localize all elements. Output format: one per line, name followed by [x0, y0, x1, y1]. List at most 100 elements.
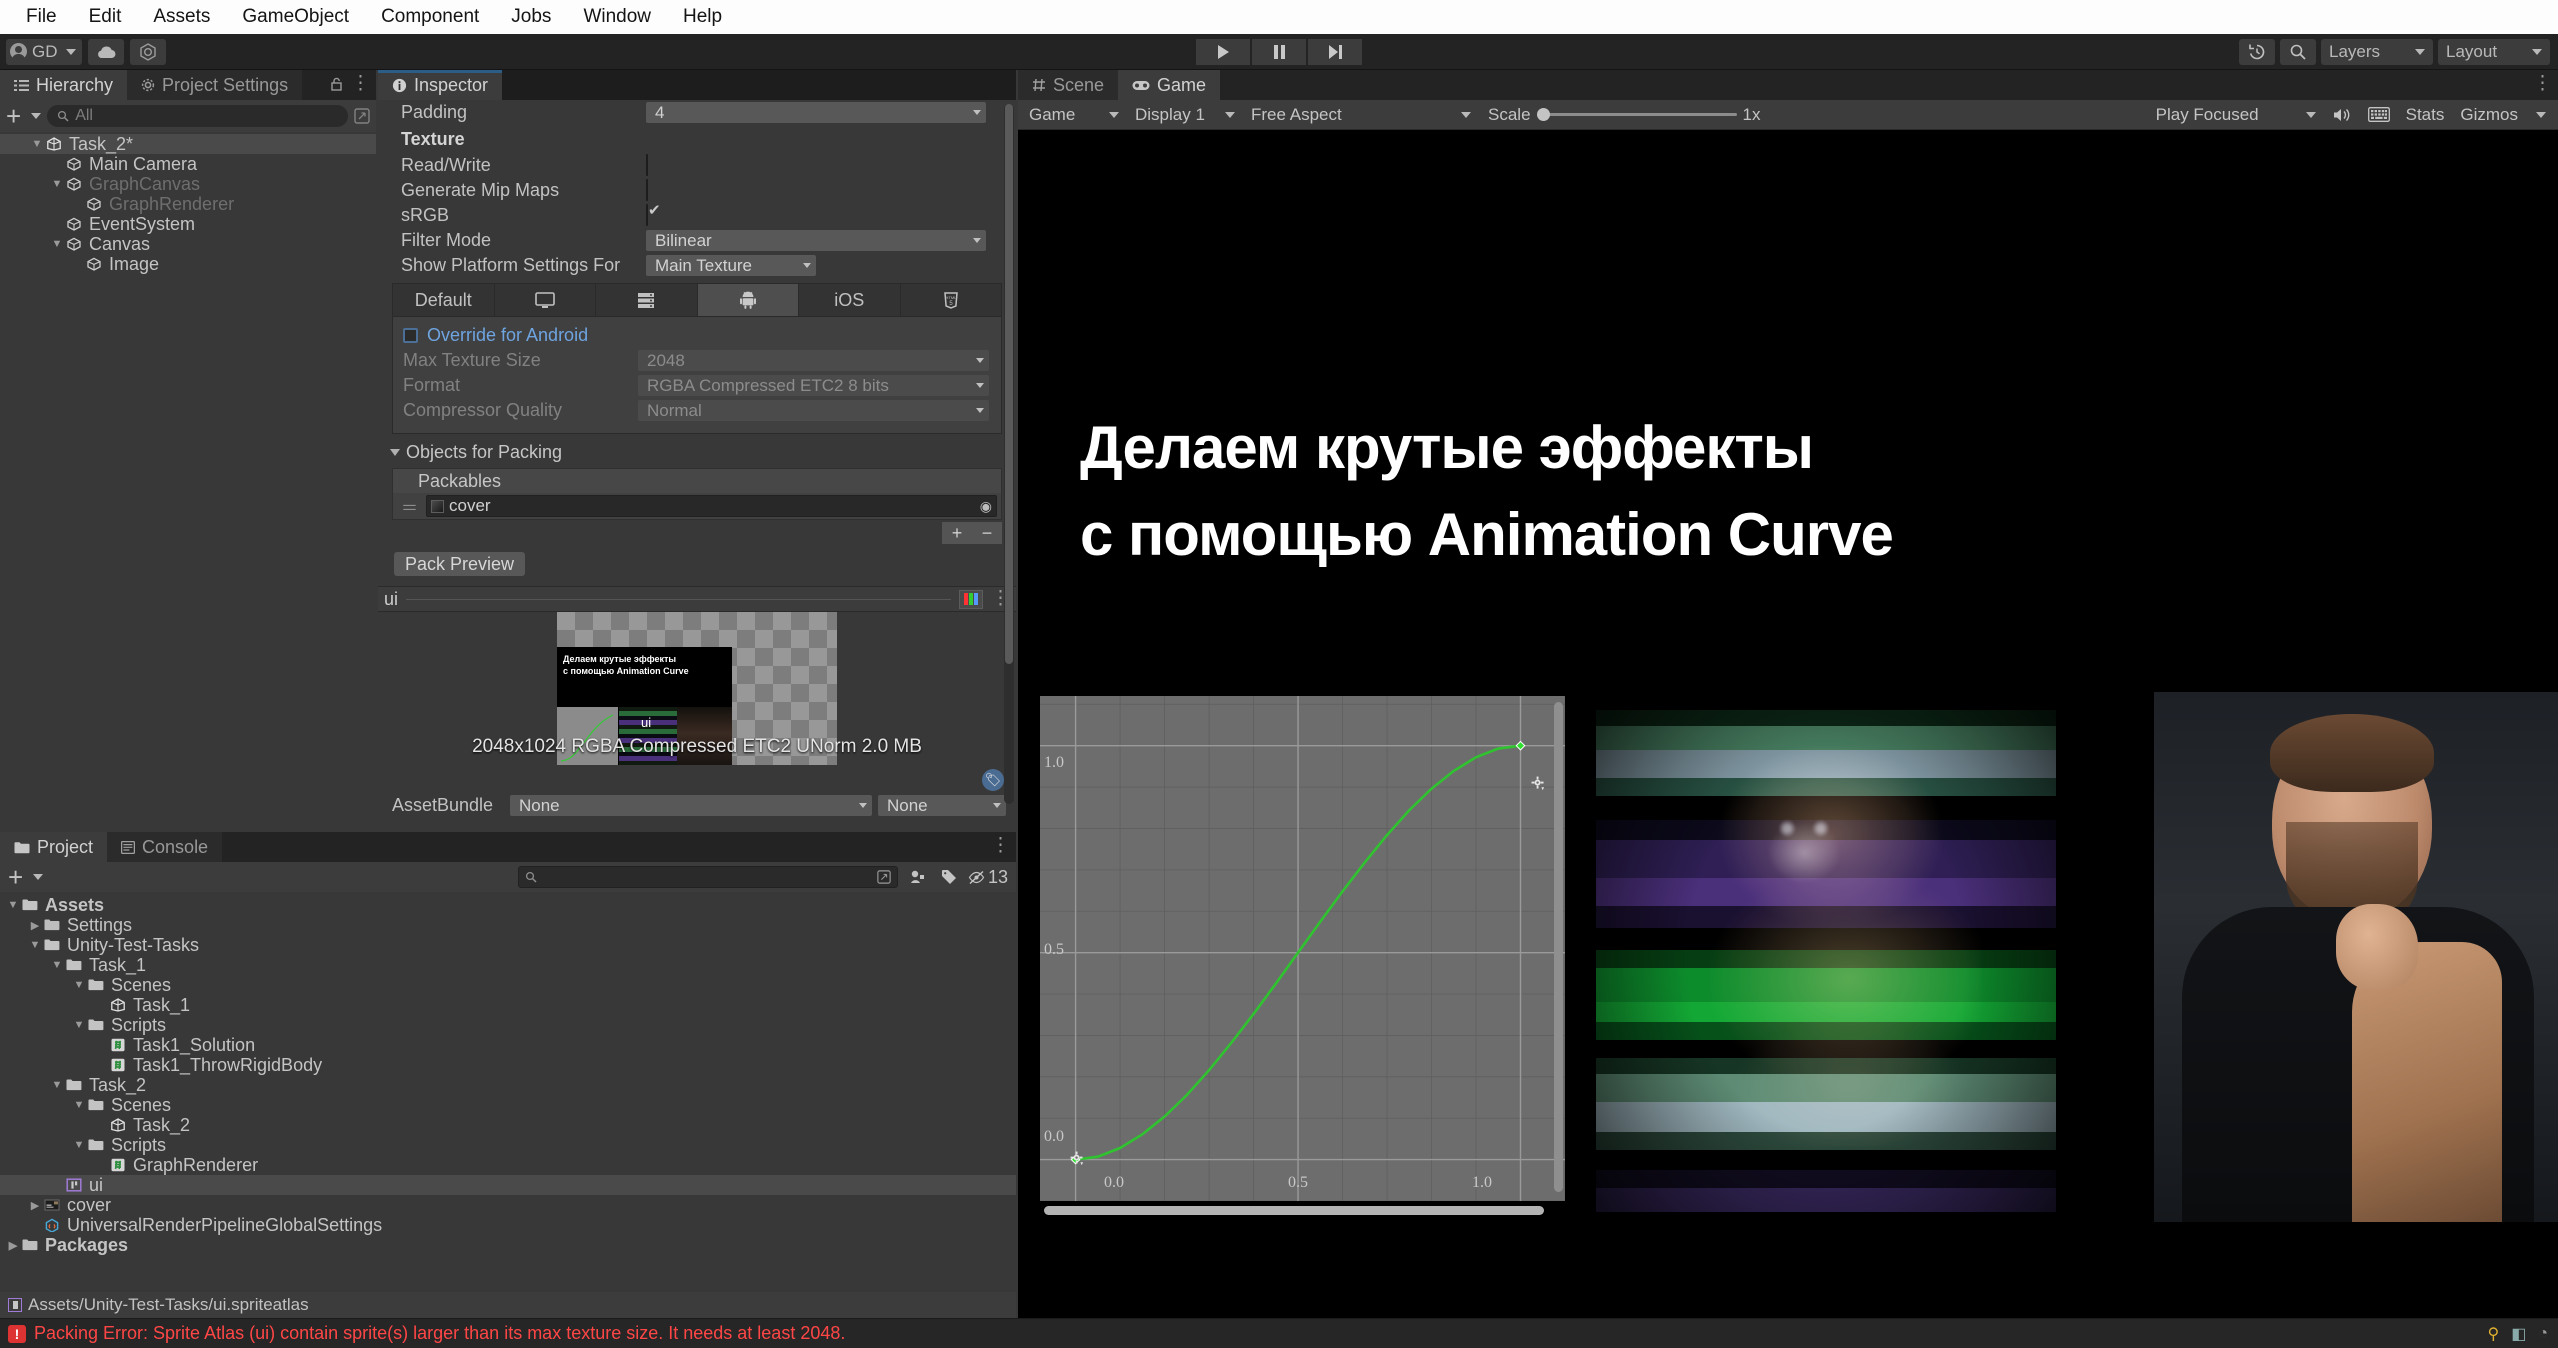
add-packable-button[interactable]: + [942, 522, 972, 544]
gameview-aspect-dropdown[interactable]: Free Aspect [1246, 103, 1476, 126]
menu-item-help[interactable]: Help [667, 0, 738, 34]
packable-object-field[interactable]: cover ◉ [426, 495, 997, 517]
override-android-checkbox[interactable] [403, 328, 418, 343]
scale-slider-handle[interactable] [1536, 108, 1550, 121]
project-item-cover[interactable]: ▶ cover [0, 1195, 1016, 1215]
object-picker-icon[interactable]: ◉ [980, 498, 992, 515]
project-item-scenes[interactable]: ▼ Scenes [0, 975, 1016, 995]
curve-hscrollbar[interactable] [1044, 1206, 1544, 1215]
keyframe-handle-1[interactable] [1515, 740, 1526, 751]
triangle-down-icon[interactable]: ▼ [72, 1139, 86, 1151]
project-item-universalrenderpipelineglobalsettings[interactable]: UniversalRenderPipelineGlobalSettings [0, 1215, 1016, 1235]
project-search-input[interactable] [517, 866, 898, 888]
platform-tab-android[interactable] [697, 284, 799, 316]
triangle-down-icon[interactable]: ▼ [6, 899, 20, 911]
triangle-down-icon[interactable]: ▼ [72, 1099, 86, 1111]
progress-icon[interactable]: ◔ [2538, 1325, 2548, 1343]
hierarchy-options-icon[interactable] [354, 108, 370, 124]
menu-item-file[interactable]: File [10, 0, 73, 34]
triangle-down-icon[interactable]: ▼ [50, 959, 64, 971]
triangle-right-icon[interactable]: ▶ [28, 1199, 42, 1212]
triangle-down-icon[interactable]: ▼ [30, 138, 44, 150]
hierarchy-search-input[interactable]: All [47, 105, 348, 127]
triangle-right-icon[interactable]: ▶ [6, 1239, 20, 1252]
triangle-down-icon[interactable]: ▼ [72, 1019, 86, 1031]
project-item-packages[interactable]: ▶ Packages [0, 1235, 1016, 1255]
hierarchy-item-maincamera[interactable]: Main Camera [0, 154, 376, 174]
hierarchy-add-button[interactable]: + [6, 103, 42, 129]
status-error-bar[interactable]: ! Packing Error: Sprite Atlas (ui) conta… [0, 1318, 2558, 1348]
expand-search-icon[interactable] [877, 870, 891, 884]
hierarchy-item-task2[interactable]: ▼ Task_2* [0, 134, 376, 154]
compressor-quality-dropdown[interactable]: Normal [638, 400, 989, 421]
platform-settings-dropdown[interactable]: Main Texture [646, 255, 816, 276]
cloud-button[interactable] [87, 38, 124, 65]
rgb-channels-icon[interactable] [959, 589, 983, 609]
lock-icon[interactable] [330, 77, 343, 91]
gameview-display-dropdown[interactable]: Display 1 [1130, 103, 1240, 126]
collab-status-icon[interactable]: ◧ [2511, 1324, 2526, 1344]
project-item-task1solution[interactable]: Task1_Solution [0, 1035, 1016, 1055]
menu-item-window[interactable]: Window [567, 0, 667, 34]
kebab-icon[interactable]: ⋮ [2533, 74, 2552, 94]
curve-vscrollbar[interactable] [1554, 702, 1563, 1192]
label-tag-icon[interactable] [936, 866, 962, 888]
readwrite-checkbox[interactable] [646, 154, 648, 176]
format-dropdown[interactable]: RGBA Compressed ETC2 8 bits [638, 375, 989, 396]
hierarchy-item-graphcanvas[interactable]: ▼ GraphCanvas [0, 174, 376, 194]
platform-tab-standalone[interactable] [494, 284, 596, 316]
animation-curve-graph[interactable]: 1.0 0.5 0.0 0.0 0.5 1.0 [1040, 696, 1566, 1215]
mute-audio-button[interactable] [2326, 103, 2357, 126]
hierarchy-item-eventsystem[interactable]: EventSystem [0, 214, 376, 234]
gameview-mode-dropdown[interactable]: Game [1024, 103, 1124, 126]
tab-hierarchy[interactable]: Hierarchy [0, 70, 128, 100]
keyframe-gear-icon-end[interactable] [1531, 776, 1546, 791]
menu-item-edit[interactable]: Edit [73, 0, 138, 34]
hierarchy-item-graphrenderer[interactable]: GraphRenderer [0, 194, 376, 214]
project-item-graphrenderer[interactable]: GraphRenderer [0, 1155, 1016, 1175]
layers-dropdown[interactable]: Layers [2321, 38, 2433, 65]
play-focused-dropdown[interactable]: Play Focused [2150, 103, 2321, 126]
menu-item-jobs[interactable]: Jobs [495, 0, 567, 34]
tab-project[interactable]: Project [0, 832, 108, 862]
platform-tab-default[interactable]: Default [393, 284, 495, 316]
platform-tab-webgl[interactable]: HTML 5 [900, 284, 1001, 316]
step-button[interactable] [1308, 38, 1362, 65]
project-item-scripts[interactable]: ▼ Scripts [0, 1135, 1016, 1155]
project-item-task1[interactable]: Task_1 [0, 995, 1016, 1015]
project-item-ui[interactable]: ui [0, 1175, 1016, 1195]
tab-console[interactable]: Console [107, 832, 223, 862]
triangle-down-icon[interactable]: ▼ [72, 979, 86, 991]
project-item-assets[interactable]: ▼ Assets [0, 895, 1016, 915]
triangle-down-icon[interactable]: ▼ [28, 939, 42, 951]
hierarchy-item-canvas[interactable]: ▼ Canvas [0, 234, 376, 254]
pause-button[interactable] [1252, 38, 1306, 65]
project-item-task2[interactable]: ▼ Task_2 [0, 1075, 1016, 1095]
collab-button[interactable] [129, 38, 166, 65]
srgb-checkbox[interactable] [646, 204, 648, 226]
tab-scene[interactable]: Scene [1018, 70, 1119, 100]
bug-report-icon[interactable]: ⚲ [2487, 1324, 2499, 1344]
platform-tab-server[interactable] [596, 284, 698, 316]
max-texture-size-dropdown[interactable]: 2048 [638, 350, 989, 371]
kebab-icon[interactable]: ⋮ [351, 74, 370, 94]
triangle-down-icon[interactable]: ▼ [50, 178, 64, 190]
project-item-scenes[interactable]: ▼ Scenes [0, 1095, 1016, 1115]
filter-mode-dropdown[interactable]: Bilinear [646, 230, 986, 251]
label-tag-icon[interactable]: 🏷 [982, 769, 1004, 791]
keyframe-gear-icon-start[interactable] [1070, 1151, 1085, 1166]
chevron-down-icon[interactable] [2536, 111, 2546, 118]
mipmaps-checkbox[interactable] [646, 179, 648, 201]
drag-handle-icon[interactable]: ＝ [397, 494, 422, 519]
scale-slider[interactable] [1536, 106, 1737, 124]
project-item-settings[interactable]: ▶ Settings [0, 915, 1016, 935]
menu-item-gameobject[interactable]: GameObject [226, 0, 365, 34]
project-item-task2[interactable]: Task_2 [0, 1115, 1016, 1135]
game-render-canvas[interactable]: Делаем крутые эффекты с помощью Animatio… [1018, 130, 2558, 1318]
hierarchy-item-image[interactable]: Image [0, 254, 376, 274]
triangle-down-icon[interactable]: ▼ [50, 238, 64, 250]
kebab-icon[interactable]: ⋮ [991, 836, 1010, 856]
tab-project-settings[interactable]: Project Settings [127, 70, 303, 100]
project-item-scripts[interactable]: ▼ Scripts [0, 1015, 1016, 1035]
keyboard-shortcuts-button[interactable] [2362, 103, 2395, 126]
